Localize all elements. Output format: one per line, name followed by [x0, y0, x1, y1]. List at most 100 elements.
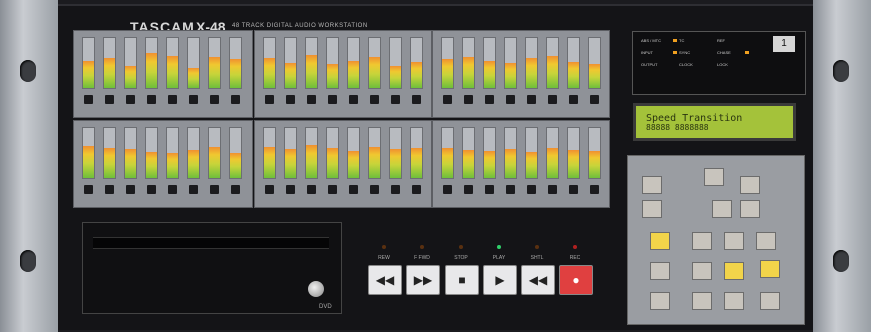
- level-fill: [167, 153, 178, 178]
- track-arm-button[interactable]: [168, 185, 177, 194]
- keypad-button[interactable]: [724, 262, 744, 280]
- track-arm-button[interactable]: [349, 95, 358, 104]
- keypad-button[interactable]: [642, 176, 662, 194]
- track-arm-button[interactable]: [147, 185, 156, 194]
- track-arm-button[interactable]: [464, 95, 473, 104]
- level-fill: [484, 151, 495, 178]
- keypad-button[interactable]: [760, 260, 780, 278]
- level-fill: [505, 63, 516, 88]
- eject-knob[interactable]: [308, 281, 324, 297]
- track-arm-button[interactable]: [84, 95, 93, 104]
- track-arm-button[interactable]: [548, 185, 557, 194]
- keypad-button[interactable]: [704, 168, 724, 186]
- track-arm-button[interactable]: [412, 185, 421, 194]
- keypad-button[interactable]: [760, 292, 780, 310]
- track-arm-button[interactable]: [391, 185, 400, 194]
- track-arm-button[interactable]: [286, 95, 295, 104]
- track-arm-button[interactable]: [506, 185, 515, 194]
- keypad-button[interactable]: [724, 292, 744, 310]
- track-arm-button[interactable]: [464, 185, 473, 194]
- level-meter: [588, 127, 601, 179]
- track-arm-button[interactable]: [231, 95, 240, 104]
- shuttle-button[interactable]: ◀◀: [521, 265, 555, 295]
- level-fill: [327, 148, 338, 178]
- transport-led: [497, 245, 501, 249]
- keypad-button[interactable]: [692, 292, 712, 310]
- track-arm-button[interactable]: [84, 185, 93, 194]
- transport-led: [420, 245, 424, 249]
- track-arm-button[interactable]: [210, 95, 219, 104]
- track-arm-button[interactable]: [307, 95, 316, 104]
- track-arm-button[interactable]: [168, 95, 177, 104]
- track-arm-button[interactable]: [126, 185, 135, 194]
- track-arm-button[interactable]: [105, 185, 114, 194]
- level-meter: [347, 37, 360, 89]
- track-arm-button[interactable]: [590, 95, 599, 104]
- track-arm-button[interactable]: [370, 95, 379, 104]
- keypad-button[interactable]: [740, 176, 760, 194]
- track-arm-button[interactable]: [265, 95, 274, 104]
- track-arm-button[interactable]: [527, 95, 536, 104]
- keypad-button[interactable]: [712, 200, 732, 218]
- track-arm-button[interactable]: [506, 95, 515, 104]
- track-arm-button[interactable]: [328, 185, 337, 194]
- level-meter: [124, 37, 137, 89]
- status-led: [745, 51, 749, 54]
- level-meter: [483, 127, 496, 179]
- track-arm-button[interactable]: [443, 95, 452, 104]
- track-arm-button[interactable]: [485, 185, 494, 194]
- record-button[interactable]: ●: [559, 265, 593, 295]
- track-arm-button[interactable]: [265, 185, 274, 194]
- keypad-button[interactable]: [692, 262, 712, 280]
- level-fill: [505, 149, 516, 178]
- track-arm-button[interactable]: [412, 95, 421, 104]
- track-arm-button[interactable]: [590, 185, 599, 194]
- track-arm-button[interactable]: [370, 185, 379, 194]
- level-meter: [229, 37, 242, 89]
- keypad-button[interactable]: [650, 262, 670, 280]
- level-meter: [389, 37, 402, 89]
- level-meter: [410, 37, 423, 89]
- track-arm-button[interactable]: [231, 185, 240, 194]
- track-arm-button[interactable]: [286, 185, 295, 194]
- track-arm-button[interactable]: [105, 95, 114, 104]
- track-arm-button[interactable]: [307, 185, 316, 194]
- status-label: LOCK: [717, 62, 728, 67]
- level-fill: [264, 147, 275, 178]
- level-meter: [208, 37, 221, 89]
- meter-panel: [432, 30, 610, 118]
- track-arm-button[interactable]: [527, 185, 536, 194]
- track-arm-button[interactable]: [443, 185, 452, 194]
- disc-drive: DVD: [82, 222, 342, 314]
- level-meter: [284, 127, 297, 179]
- track-arm-button[interactable]: [126, 95, 135, 104]
- keypad-button[interactable]: [756, 232, 776, 250]
- fast-forward-button[interactable]: ▶▶: [406, 265, 440, 295]
- play-button[interactable]: ▶: [483, 265, 517, 295]
- track-arm-button[interactable]: [548, 95, 557, 104]
- transport-led: [459, 245, 463, 249]
- track-arm-button[interactable]: [569, 95, 578, 104]
- level-fill: [411, 148, 422, 178]
- level-fill: [442, 148, 453, 178]
- track-arm-button[interactable]: [349, 185, 358, 194]
- track-arm-button[interactable]: [485, 95, 494, 104]
- level-fill: [463, 57, 474, 88]
- track-arm-button[interactable]: [569, 185, 578, 194]
- track-arm-button[interactable]: [210, 185, 219, 194]
- keypad-button[interactable]: [692, 232, 712, 250]
- keypad-button[interactable]: [642, 200, 662, 218]
- keypad-button[interactable]: [740, 200, 760, 218]
- rewind-button[interactable]: ◀◀: [368, 265, 402, 295]
- level-meter: [82, 37, 95, 89]
- track-arm-button[interactable]: [391, 95, 400, 104]
- level-meter: [208, 127, 221, 179]
- track-arm-button[interactable]: [189, 95, 198, 104]
- keypad-button[interactable]: [650, 232, 670, 250]
- keypad-button[interactable]: [650, 292, 670, 310]
- track-arm-button[interactable]: [328, 95, 337, 104]
- keypad-button[interactable]: [724, 232, 744, 250]
- track-arm-button[interactable]: [147, 95, 156, 104]
- stop-button[interactable]: ■: [445, 265, 479, 295]
- track-arm-button[interactable]: [189, 185, 198, 194]
